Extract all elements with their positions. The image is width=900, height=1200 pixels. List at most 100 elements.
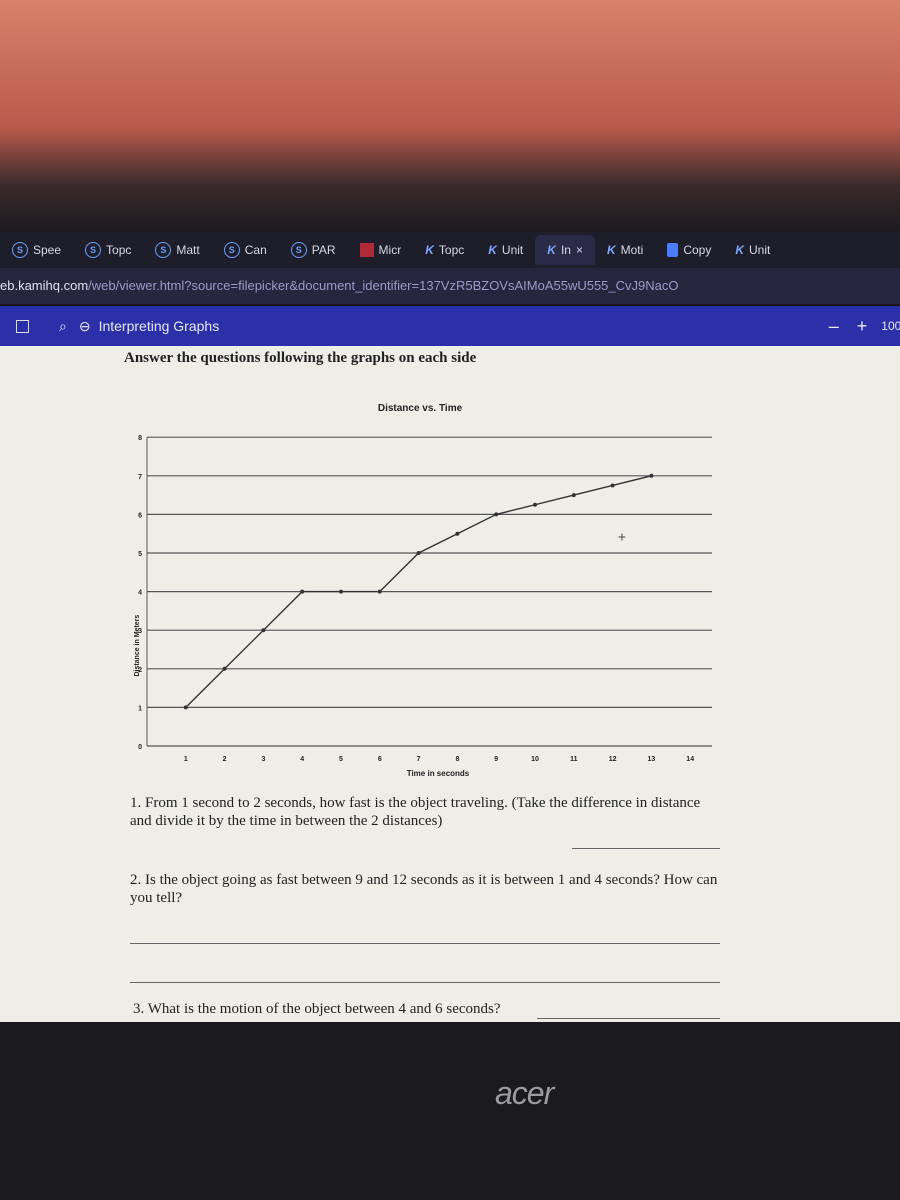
page-heading: Answer the questions following the graph… — [124, 350, 477, 366]
x-tick-label: 3 — [261, 756, 265, 763]
tab[interactable]: Copy — [655, 235, 723, 265]
answer-line-3[interactable] — [537, 1018, 720, 1019]
data-point — [494, 512, 499, 517]
khan-icon: K — [547, 243, 556, 257]
schoology-icon: S — [12, 242, 28, 258]
data-point — [610, 483, 615, 488]
docs-icon — [667, 243, 679, 257]
chart-title: Distance vs. Time — [378, 403, 463, 414]
schoology-icon: S — [290, 242, 307, 258]
tab[interactable]: K Topc — [413, 235, 476, 265]
x-tick-label: 13 — [648, 756, 656, 763]
background-photo — [0, 0, 900, 232]
y-tick-label: 6 — [138, 512, 142, 519]
close-tab-icon[interactable]: × — [576, 243, 583, 257]
cursor-icon: + — [618, 528, 626, 544]
schoology-icon: S — [223, 242, 240, 258]
x-tick-label: 2 — [223, 756, 227, 763]
tab[interactable]: S Spee — [0, 235, 73, 265]
tab[interactable]: Micr — [348, 235, 414, 265]
x-tick-label: 7 — [417, 756, 421, 763]
acer-logo: acer — [495, 1075, 554, 1111]
viewer-toolbar: ⌕ ⊖ Interpreting Graphs – + 100% — [0, 306, 900, 346]
tab-label: PAR — [311, 243, 336, 257]
x-axis-label: Time in seconds — [407, 769, 470, 778]
data-point — [300, 589, 305, 594]
search-icon[interactable]: ⌕ — [59, 318, 67, 335]
tab-label: Can — [244, 243, 267, 257]
document-title: Interpreting Graphs — [98, 318, 220, 334]
answer-line-1[interactable] — [572, 848, 720, 849]
site-icon — [359, 243, 374, 257]
question-3: 3. What is the motion of the object betw… — [133, 1001, 501, 1017]
tab[interactable]: K Unit — [476, 235, 535, 265]
address-bar[interactable]: eb.kamihq.com/web/viewer.html?source=fil… — [0, 268, 900, 304]
data-point — [339, 589, 343, 594]
url-path: /web/viewer.html?source=filepicker&docum… — [88, 278, 679, 293]
sidebar-toggle-icon[interactable] — [16, 319, 29, 333]
data-point — [455, 531, 460, 536]
data-point — [416, 551, 421, 555]
tab-label: Topc — [438, 243, 465, 257]
tab[interactable]: S Topc — [73, 235, 143, 265]
data-point — [183, 705, 188, 710]
khan-icon: K — [735, 243, 744, 257]
tab-label: Unit — [749, 243, 771, 257]
tab[interactable]: S PAR — [279, 235, 348, 265]
tab[interactable]: K Unit — [723, 235, 782, 265]
data-point — [571, 493, 576, 498]
x-tick-label: 1 — [184, 756, 188, 763]
y-tick-label: 0 — [138, 744, 142, 751]
y-tick-label: 5 — [138, 551, 142, 558]
answer-line-2b[interactable] — [130, 982, 720, 983]
zoom-out-button[interactable]: – — [829, 316, 839, 337]
x-tick-label: 6 — [378, 756, 382, 763]
x-tick-label: 9 — [494, 756, 498, 763]
document-icon: ⊖ — [78, 317, 91, 334]
question-2: 2. Is the object going as fast between 9… — [130, 872, 718, 906]
tab-bar: S Spee S Topc S Matt S Can S PAR Micr K Topc K Unit K In… — [0, 232, 900, 268]
khan-icon: K — [488, 243, 497, 257]
data-point — [649, 473, 654, 478]
x-tick-label: 12 — [609, 756, 617, 763]
question-1: 1. From 1 second to 2 seconds, how fast … — [130, 795, 701, 829]
x-tick-label: 4 — [300, 756, 304, 763]
y-tick-label: 4 — [138, 590, 142, 597]
data-point — [222, 666, 227, 671]
tab-label: Copy — [683, 243, 712, 257]
distance-time-chart: Distance vs. Time0123456781 2 3 4 5 6 7 8 9 10 11 1… — [134, 403, 712, 778]
url-host: eb.kamihq.com — [0, 278, 89, 293]
zoom-level[interactable]: 100% — [881, 319, 900, 333]
tab-label: Moti — [620, 243, 644, 257]
tab-label: Micr — [378, 243, 402, 257]
data-point — [261, 628, 266, 633]
y-tick-label: 8 — [138, 435, 142, 442]
tab-label: Topc — [106, 243, 132, 257]
x-tick-label: 11 — [570, 756, 578, 763]
x-tick-label: 14 — [686, 756, 694, 763]
laptop-bezel — [0, 1022, 900, 1200]
schoology-icon: S — [155, 242, 172, 258]
tab-label: In — [560, 243, 571, 257]
x-tick-label: 5 — [339, 756, 343, 763]
y-axis-label: Distance in Meters — [134, 615, 141, 677]
khan-icon: K — [606, 243, 616, 257]
tab-label: Spee — [33, 243, 62, 257]
y-tick-label: 1 — [138, 705, 142, 712]
tab[interactable]: K In × — [535, 235, 595, 265]
tab[interactable]: S Matt — [143, 235, 211, 265]
x-tick-label: 10 — [531, 756, 539, 763]
x-tick-label: 8 — [455, 756, 459, 763]
schoology-icon: S — [85, 242, 102, 258]
tab[interactable]: K Moti — [595, 235, 655, 265]
tab-label: Unit — [501, 243, 524, 257]
answer-line-2a[interactable] — [130, 943, 720, 944]
khan-icon: K — [425, 243, 434, 257]
tab[interactable]: S Can — [212, 235, 279, 265]
y-tick-label: 7 — [138, 474, 142, 481]
data-point — [377, 589, 382, 594]
document-page: Answer the questions following the graph… — [0, 346, 900, 1022]
zoom-in-button[interactable]: + — [857, 316, 868, 337]
tab-label: Matt — [176, 243, 200, 257]
data-point — [533, 502, 537, 507]
